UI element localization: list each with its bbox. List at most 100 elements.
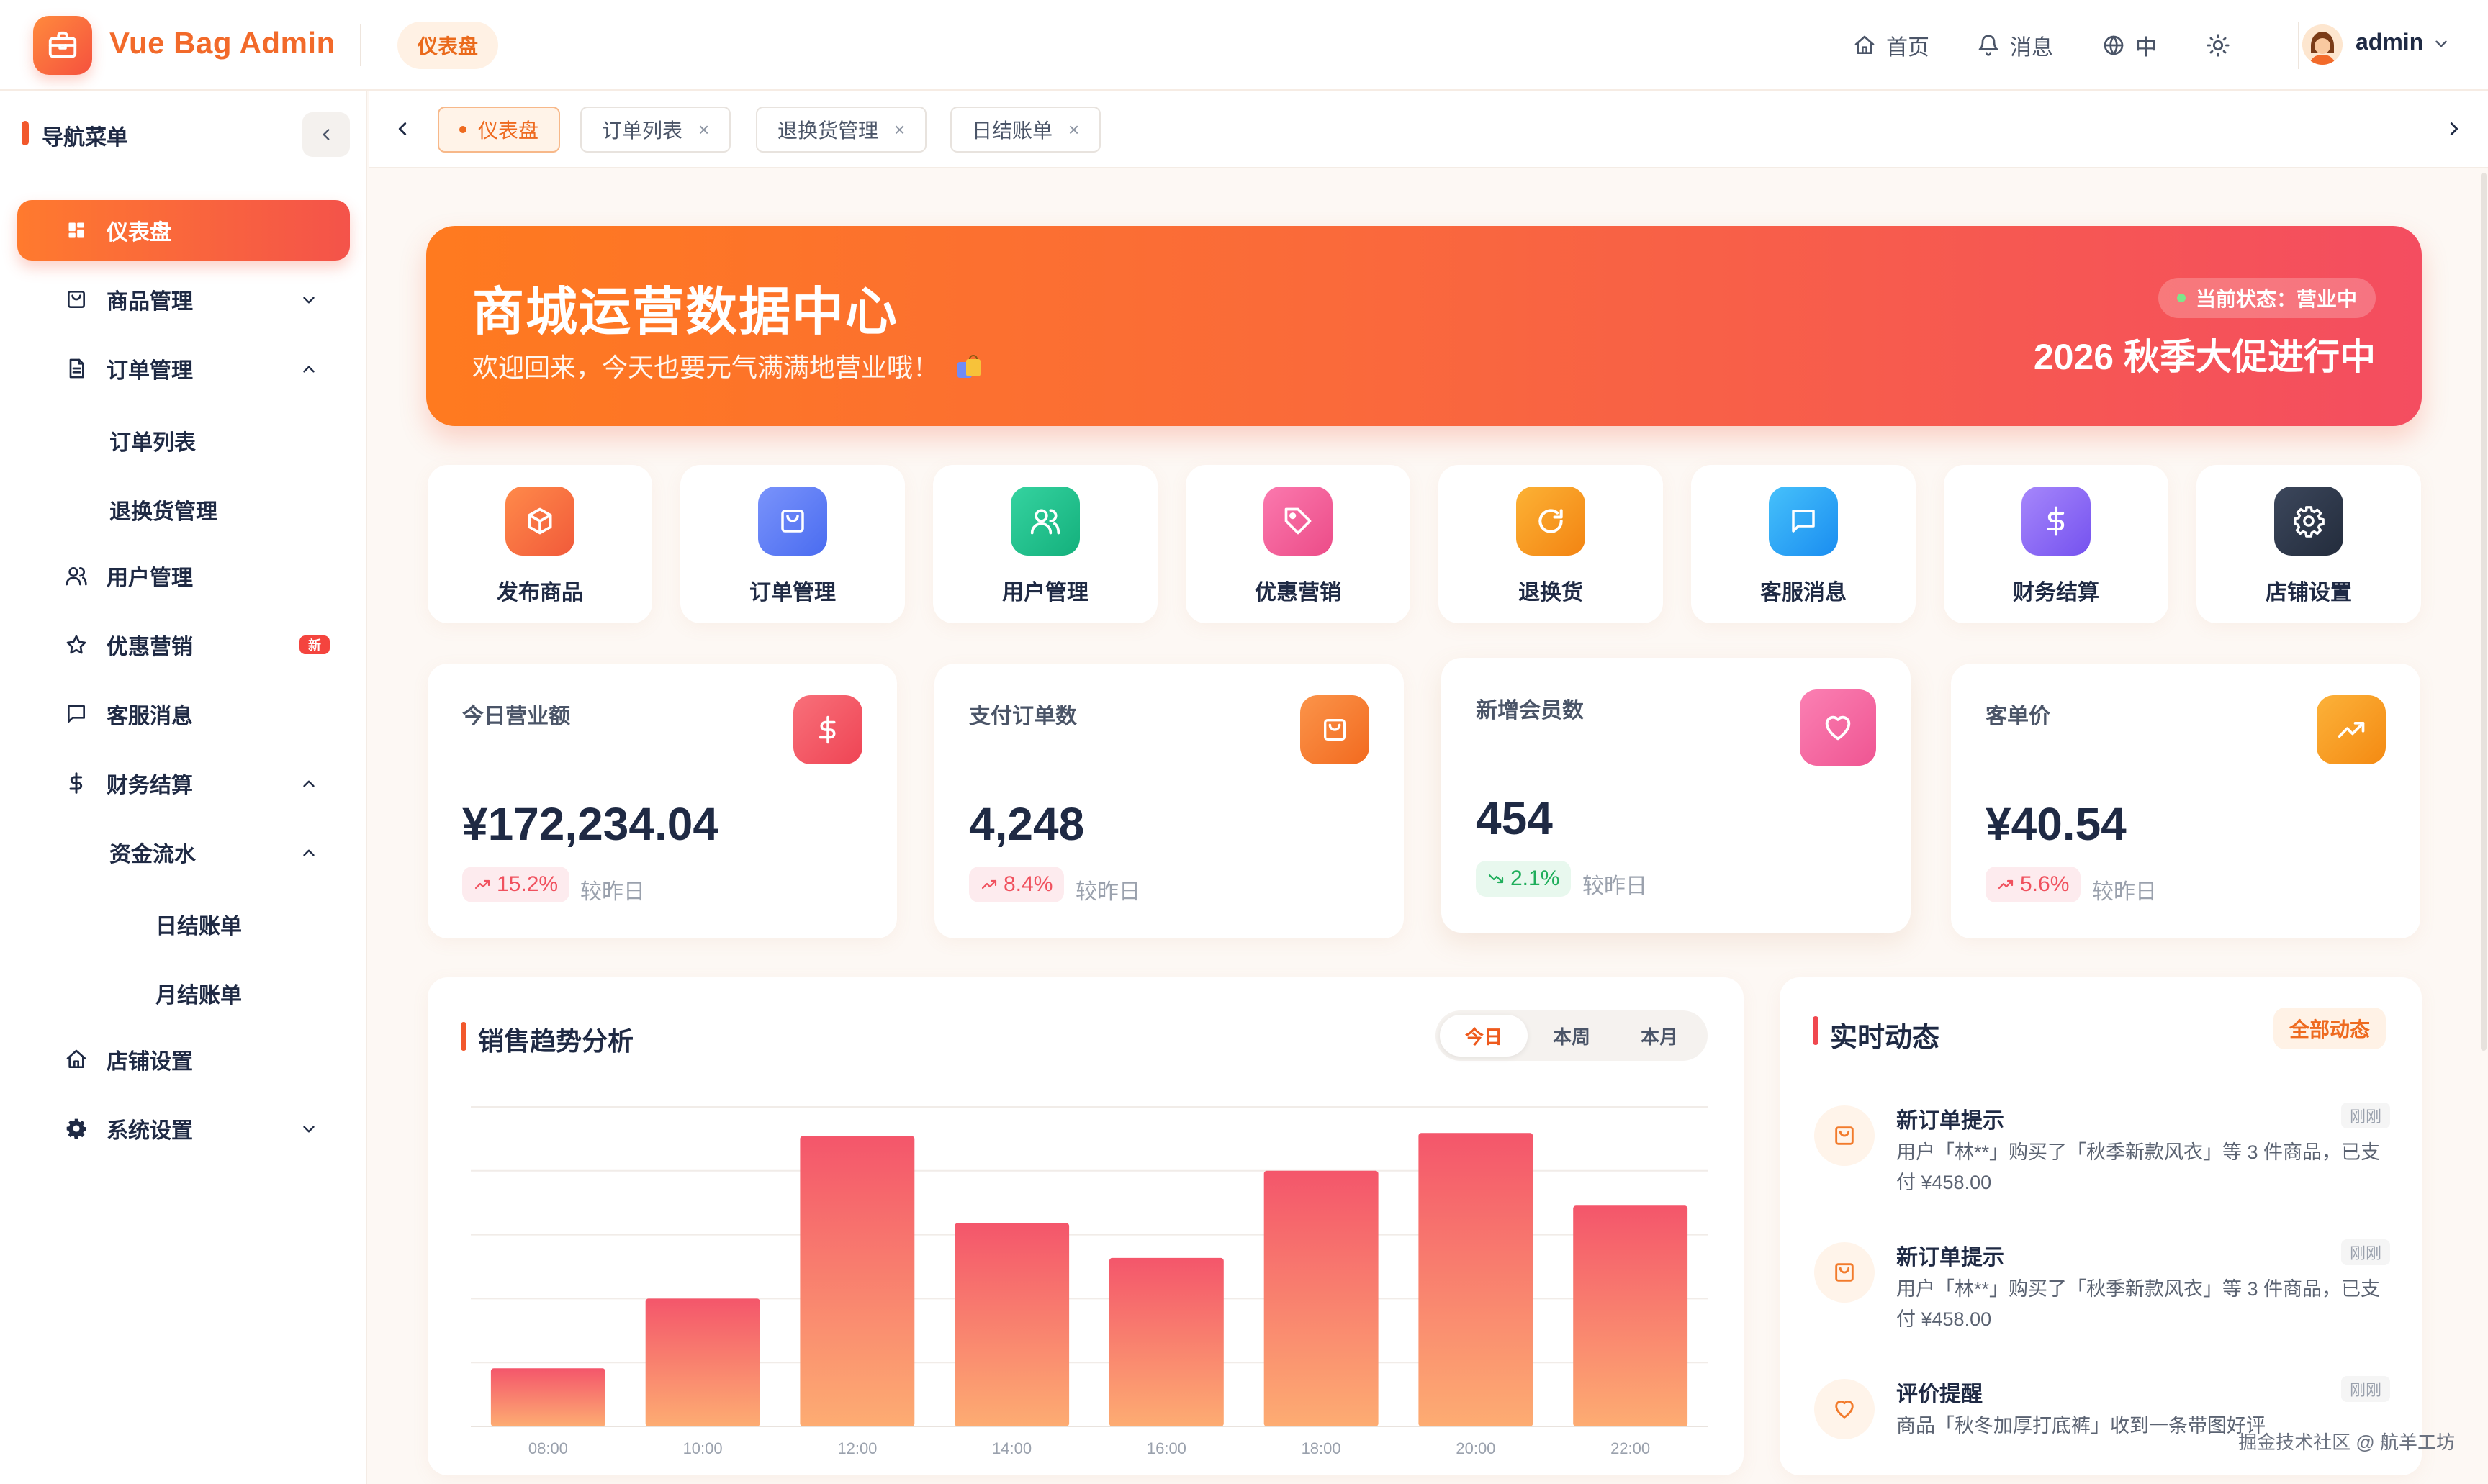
sales-bar-chart: 08:00 10:00 12:00 14:00 16:00 18:00 20:00 22:00 <box>471 1106 1708 1457</box>
quick-action-finance[interactable]: 财务结算 <box>1944 465 2168 623</box>
current-page-badge: 仪表盘 <box>397 22 499 69</box>
theme-toggle-button[interactable] <box>2206 27 2230 63</box>
briefcase-logo-icon[interactable] <box>33 16 92 75</box>
close-icon[interactable]: × <box>1068 119 1079 141</box>
chevron-down-icon[interactable] <box>2432 35 2451 53</box>
bag-icon <box>1300 695 1369 764</box>
chart-x-tick-label: 12:00 <box>837 1439 877 1457</box>
sidebar-subitem-monthly-bill[interactable]: 月结账单 <box>156 977 242 1009</box>
bell-icon <box>1977 34 2000 57</box>
user-divider <box>2298 22 2299 69</box>
heart-icon <box>1814 1379 1875 1439</box>
trend-badge: 8.4% <box>969 867 1065 902</box>
close-icon[interactable]: × <box>698 119 709 141</box>
range-week-button[interactable]: 本周 <box>1528 1015 1615 1057</box>
quick-action-returns[interactable]: 退换货 <box>1438 465 1663 623</box>
sidebar-item-marketing[interactable]: 优惠营销 新 <box>17 615 350 675</box>
home-link-label: 首页 <box>1886 36 1929 60</box>
chart-x-tick-label: 20:00 <box>1456 1439 1495 1457</box>
compare-label: 较昨日 <box>1076 880 1140 904</box>
tabs-bar: 仪表盘 订单列表 × 退换货管理 × 日结账单 × <box>369 91 2488 168</box>
quick-action-users[interactable]: 用户管理 <box>933 465 1158 623</box>
quick-action-orders[interactable]: 订单管理 <box>680 465 905 623</box>
quick-action-store-settings[interactable]: 店铺设置 <box>2196 465 2421 623</box>
language-switch[interactable]: 中 <box>2102 27 2157 63</box>
sidebar-item-products[interactable]: 商品管理 <box>17 269 350 330</box>
chart-bar[interactable] <box>1418 1133 1533 1426</box>
sidebar-item-users[interactable]: 用户管理 <box>17 546 350 606</box>
box-icon <box>505 487 574 556</box>
stat-value: 4,248 <box>969 798 1085 850</box>
tabs-scroll-right-button[interactable] <box>2443 118 2465 140</box>
sidebar-item-label: 资金流水 <box>109 843 196 867</box>
username[interactable]: admin <box>2356 29 2423 55</box>
promo-title: 2026 秋季大促进行中 <box>2033 337 2376 377</box>
sidebar-item-dashboard[interactable]: 仪表盘 <box>17 200 350 261</box>
app-title[interactable]: Vue Bag Admin <box>109 26 335 60</box>
stat-title: 新增会员数 <box>1476 699 1584 723</box>
sidebar-item-cashflow[interactable]: 资金流水 <box>17 822 350 882</box>
chart-bar[interactable] <box>1109 1257 1224 1426</box>
feed-item-time: 刚刚 <box>2340 1103 2390 1128</box>
tab-daily-bill[interactable]: 日结账单 × <box>950 107 1101 153</box>
sidebar-subitem-daily-bill[interactable]: 日结账单 <box>156 908 242 940</box>
sidebar-item-label: 店铺设置 <box>107 1050 193 1074</box>
messages-link[interactable]: 消息 <box>1977 27 2053 63</box>
chart-bar[interactable] <box>800 1136 915 1426</box>
sidebar-subitem-returns[interactable]: 退换货管理 <box>109 494 217 525</box>
close-icon[interactable]: × <box>894 119 905 141</box>
chart-bar[interactable] <box>955 1223 1070 1427</box>
sidebar-collapse-button[interactable] <box>302 112 350 157</box>
sidebar-item-system-settings[interactable]: 系统设置 <box>17 1098 350 1159</box>
feed-item[interactable]: 新订单提示 刚刚 用户「林**」购买了「秋季新款风衣」等 3 件商品，已支付 ¥… <box>1814 1103 2390 1225</box>
dashboard-icon <box>66 220 86 240</box>
page-scrollbar[interactable] <box>2481 173 2487 1051</box>
avatar[interactable] <box>2302 24 2343 65</box>
stat-card-revenue[interactable]: 今日营业额 ¥172,234.04 15.2% 较昨日 <box>428 664 897 938</box>
chart-bar[interactable] <box>645 1298 760 1426</box>
home-link[interactable]: 首页 <box>1853 27 1929 63</box>
trend-up-icon <box>2317 695 2386 764</box>
quick-action-label: 财务结算 <box>2013 581 2099 605</box>
feed-item-title: 评价提醒 <box>1896 1383 1983 1406</box>
sidebar-item-label: 优惠营销 <box>107 635 193 659</box>
gear-icon <box>65 1117 88 1140</box>
sales-trend-card: 销售趋势分析 今日 本周 本月 08:00 10:00 12:00 14:00 16:0… <box>428 977 1744 1475</box>
refresh-icon <box>1516 487 1585 556</box>
trend-up-icon <box>1997 876 2014 893</box>
chart-x-tick-label: 14:00 <box>992 1439 1032 1457</box>
sidebar-item-finance[interactable]: 财务结算 <box>17 753 350 813</box>
bag-icon <box>1814 1105 1875 1166</box>
tab-returns[interactable]: 退换货管理 × <box>756 107 927 153</box>
chart-x-tick-label: 16:00 <box>1147 1439 1186 1457</box>
stat-card-paid-orders[interactable]: 支付订单数 4,248 8.4% 较昨日 <box>934 664 1404 938</box>
bag-icon <box>65 288 88 311</box>
sidebar-item-store-settings[interactable]: 店铺设置 <box>17 1029 350 1090</box>
chart-x-tick-label: 22:00 <box>1610 1439 1650 1457</box>
chart-bar[interactable] <box>490 1368 605 1426</box>
sun-icon <box>2206 33 2230 58</box>
stat-card-avg-order-value[interactable]: 客单价 ¥40.54 5.6% 较昨日 <box>1951 664 2420 938</box>
quick-action-marketing[interactable]: 优惠营销 <box>1186 465 1410 623</box>
chart-bar[interactable] <box>1263 1170 1379 1426</box>
sidebar-item-orders[interactable]: 订单管理 <box>17 338 350 399</box>
sidebar-subitem-order-list[interactable]: 订单列表 <box>109 425 196 456</box>
range-today-button[interactable]: 今日 <box>1440 1015 1528 1057</box>
feed-item[interactable]: 新订单提示 刚刚 用户「林**」购买了「秋季新款风衣」等 3 件商品，已支付 ¥… <box>1814 1239 2390 1362</box>
quick-action-support[interactable]: 客服消息 <box>1691 465 1916 623</box>
range-month-button[interactable]: 本月 <box>1615 1015 1703 1057</box>
feed-title: 实时动态 <box>1830 1023 1940 1053</box>
tab-dashboard[interactable]: 仪表盘 <box>438 107 561 153</box>
quick-action-label: 用户管理 <box>1002 581 1088 605</box>
stat-card-new-members[interactable]: 新增会员数 454 2.1% 较昨日 <box>1441 658 1911 933</box>
tabs-scroll-left-button[interactable] <box>392 118 413 140</box>
sidebar-title: 导航菜单 <box>42 126 128 150</box>
tab-order-list[interactable]: 订单列表 × <box>580 107 731 153</box>
chart-bar[interactable] <box>1573 1205 1688 1426</box>
all-activities-button[interactable]: 全部动态 <box>2273 1008 2386 1049</box>
quick-action-label: 订单管理 <box>749 581 836 605</box>
welcome-banner: 商城运营数据中心 欢迎回来，今天也要元气满满地营业哦！ 当前状态：营业中 202… <box>426 226 2422 426</box>
quick-action-publish-product[interactable]: 发布商品 <box>428 465 652 623</box>
sidebar-item-support-messages[interactable]: 客服消息 <box>17 684 350 744</box>
chevron-left-icon <box>317 125 335 144</box>
